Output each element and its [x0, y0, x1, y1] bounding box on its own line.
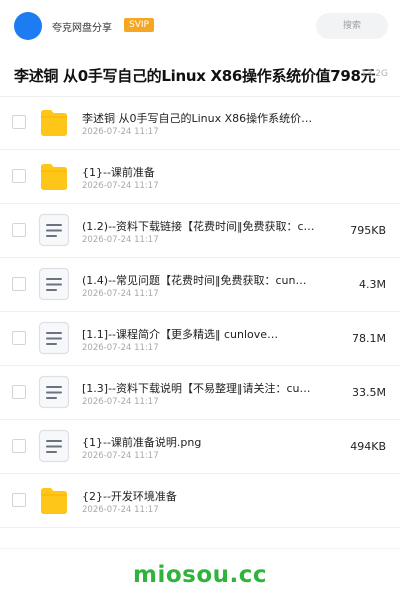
file-size: 795KB: [350, 224, 386, 237]
file-date: 2026-07-24 11:17: [82, 289, 159, 299]
file-date: 2026-07-24 11:17: [82, 181, 159, 191]
file-size: 494KB: [350, 440, 386, 453]
file-size: 78.1M: [352, 332, 386, 345]
file-name: 李述铜 从0手写自己的Linux X86操作系统价…: [82, 112, 313, 125]
select-checkbox[interactable]: [12, 169, 26, 183]
file-name: {1}--课前准备: [82, 166, 155, 179]
file-date: 2026-07-24 11:17: [82, 127, 159, 137]
top-bar: 夸克网盘分享 SVIP 搜索: [0, 0, 400, 53]
folder-icon: [38, 105, 70, 139]
list-item[interactable]: {1}--课前准备 2026-07-24 11:17: [0, 150, 400, 204]
document-icon: [38, 321, 70, 355]
file-name: {2}--开发环境准备: [82, 490, 177, 503]
list-item[interactable]: {2}--开发环境准备 2026-07-24 11:17: [0, 474, 400, 528]
file-date: 2026-07-24 11:17: [82, 235, 159, 245]
folder-icon: [38, 159, 70, 193]
select-checkbox[interactable]: [12, 385, 26, 399]
folder-total-size: 13.2G: [360, 69, 388, 79]
footer-divider: [0, 548, 400, 549]
select-checkbox[interactable]: [12, 277, 26, 291]
list-item[interactable]: (1.4)--常见问题【花费时间‖免费获取：cun… 2026-07-24 11:…: [0, 258, 400, 312]
file-date: 2026-07-24 11:17: [82, 343, 159, 353]
document-icon: [38, 267, 70, 301]
svip-badge: SVIP: [124, 18, 154, 32]
share-label: 夸克网盘分享: [52, 23, 112, 34]
file-name: [1.1]--课程简介【更多精选‖ cunlove…: [82, 328, 279, 341]
folder-title-row: 李述铜 从0手写自己的Linux X86操作系统价值798元 13.2G: [0, 52, 400, 97]
select-checkbox[interactable]: [12, 223, 26, 237]
list-item[interactable]: [1.3]--资料下载说明【不易整理‖请关注：cu… 2026-07-24 11:…: [0, 366, 400, 420]
search-input[interactable]: 搜索: [316, 13, 388, 39]
file-size: 4.3M: [359, 278, 386, 291]
file-date: 2026-07-24 11:17: [82, 397, 159, 407]
list-item[interactable]: {1}--课前准备说明.png 2026-07-24 11:17 494KB: [0, 420, 400, 474]
file-name: {1}--课前准备说明.png: [82, 436, 202, 449]
file-date: 2026-07-24 11:17: [82, 451, 159, 461]
select-checkbox[interactable]: [12, 331, 26, 345]
document-icon: [38, 375, 70, 409]
avatar[interactable]: [14, 12, 42, 40]
list-item[interactable]: 李述铜 从0手写自己的Linux X86操作系统价… 2026-07-24 11:…: [0, 96, 400, 150]
document-icon: [38, 213, 70, 247]
file-size: 33.5M: [352, 386, 386, 399]
select-checkbox[interactable]: [12, 493, 26, 507]
file-list: 李述铜 从0手写自己的Linux X86操作系统价… 2026-07-24 11:…: [0, 96, 400, 528]
file-name: [1.3]--资料下载说明【不易整理‖请关注：cu…: [82, 382, 311, 395]
list-item[interactable]: [1.1]--课程简介【更多精选‖ cunlove… 2026-07-24 11:…: [0, 312, 400, 366]
folder-icon: [38, 483, 70, 517]
list-item[interactable]: (1.2)--资料下载链接【花费时间‖免费获取：c… 2026-07-24 11:…: [0, 204, 400, 258]
watermark: miosou.cc: [132, 562, 268, 588]
file-name: (1.4)--常见问题【花费时间‖免费获取：cun…: [82, 274, 307, 287]
file-date: 2026-07-24 11:17: [82, 505, 159, 515]
file-name: (1.2)--资料下载链接【花费时间‖免费获取：c…: [82, 220, 315, 233]
document-icon: [38, 429, 70, 463]
page-title: 李述铜 从0手写自己的Linux X86操作系统价值798元: [14, 67, 376, 85]
select-checkbox[interactable]: [12, 115, 26, 129]
select-checkbox[interactable]: [12, 439, 26, 453]
